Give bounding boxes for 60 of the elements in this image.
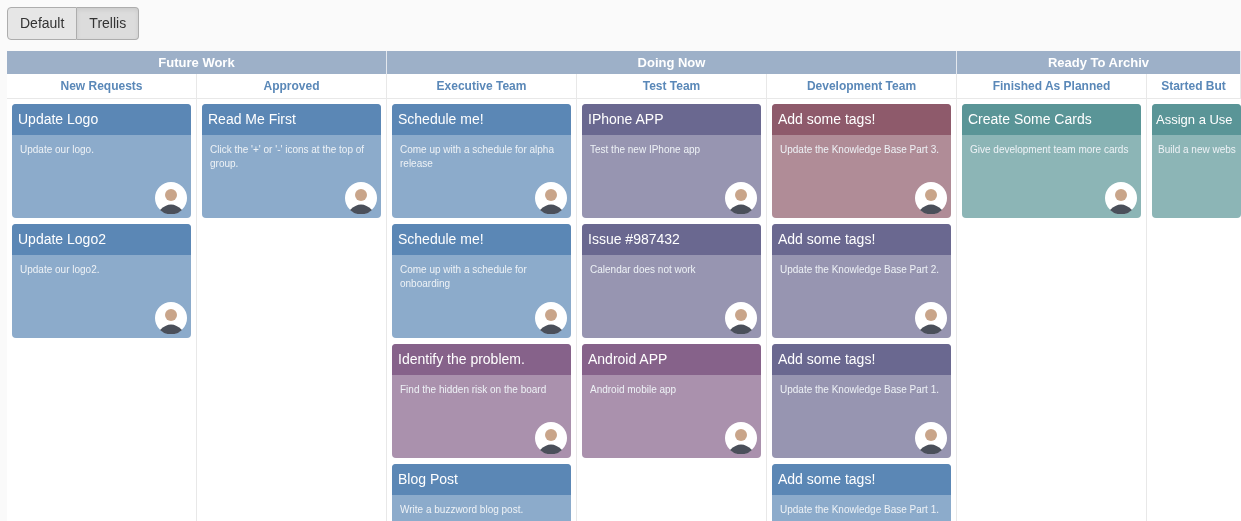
card-description: Find the hidden risk on the board	[400, 383, 548, 397]
card-description: Give development team more cards	[970, 143, 1130, 157]
task-card[interactable]: Update Logo Update our logo.	[12, 104, 191, 218]
card-description: Update the Knowledge Base Part 1.	[780, 503, 940, 517]
column-header: Started But	[1147, 74, 1241, 99]
card-description: Come up with a schedule for alpha release	[400, 143, 555, 171]
column-header: Approved	[197, 74, 387, 99]
task-card[interactable]: Read Me First Click the '+' or '-' icons at the top of group.	[202, 104, 381, 218]
task-card[interactable]: Add some tags! Update the Knowledge Base Part 1.	[772, 344, 951, 458]
card-title: Add some tags!	[772, 224, 951, 255]
card-title: Update Logo	[12, 104, 191, 135]
card-description: Update the Knowledge Base Part 3.	[780, 143, 940, 157]
task-card[interactable]: Android APP Android mobile app	[582, 344, 761, 458]
card-description: Update the Knowledge Base Part 1.	[780, 383, 940, 397]
card-title: Read Me First	[202, 104, 381, 135]
card-title: Schedule me!	[392, 104, 571, 135]
card-title: Blog Post	[392, 464, 571, 495]
task-card[interactable]: IPhone APP Test the new IPhone app	[582, 104, 761, 218]
card-title: Update Logo2	[12, 224, 191, 255]
task-card[interactable]: Create Some Cards Give development team more cards	[962, 104, 1141, 218]
card-title: Add some tags!	[772, 104, 951, 135]
task-card[interactable]: Assign a Use Build a new webs	[1152, 104, 1241, 218]
group-header: Ready To Archiv	[957, 51, 1241, 74]
card-description: Build a new webs	[1158, 143, 1237, 157]
task-card[interactable]: Update Logo2 Update our logo2.	[12, 224, 191, 338]
card-description: Write a buzzword blog post.	[400, 503, 525, 517]
group-header: Future Work	[7, 51, 387, 74]
column-header: Finished As Planned	[957, 74, 1147, 99]
card-title: Schedule me!	[392, 224, 571, 255]
card-description: Come up with a schedule for onboarding	[400, 263, 528, 291]
card-title: Issue #987432	[582, 224, 761, 255]
column-header: Executive Team	[387, 74, 577, 99]
column-header: New Requests	[7, 74, 197, 99]
column-header: Test Team	[577, 74, 767, 99]
column-header: Development Team	[767, 74, 957, 99]
card-description: Update the Knowledge Base Part 2.	[780, 263, 940, 277]
view-button[interactable]: Trellis	[77, 7, 140, 40]
card-title: IPhone APP	[582, 104, 761, 135]
card-description: Update our logo.	[20, 143, 95, 157]
card-title: Assign a Use	[1152, 104, 1241, 135]
task-card[interactable]: Add some tags! Update the Knowledge Base Part 2.	[772, 224, 951, 338]
task-card[interactable]: Blog Post Write a buzzword blog post.	[392, 464, 571, 521]
task-card[interactable]: Add some tags! Update the Knowledge Base Part 3.	[772, 104, 951, 218]
task-card[interactable]: Issue #987432 Calendar does not work	[582, 224, 761, 338]
card-description: Click the '+' or '-' icons at the top of group.	[210, 143, 366, 171]
card-title: Add some tags!	[772, 344, 951, 375]
card-title: Android APP	[582, 344, 761, 375]
task-card[interactable]: Schedule me! Come up with a schedule for alpha release	[392, 104, 571, 218]
task-card[interactable]: Add some tags! Update the Knowledge Base Part 1.	[772, 464, 951, 521]
card-title: Add some tags!	[772, 464, 951, 495]
group-header: Doing Now	[387, 51, 957, 74]
card-description: Update our logo2.	[20, 263, 101, 277]
view-button[interactable]: Default	[7, 7, 78, 40]
card-title: Create Some Cards	[962, 104, 1141, 135]
task-card[interactable]: Identify the problem. Find the hidden risk on the board	[392, 344, 571, 458]
card-description: Android mobile app	[590, 383, 678, 397]
task-card[interactable]: Schedule me! Come up with a schedule for onboarding	[392, 224, 571, 338]
card-description: Calendar does not work	[590, 263, 697, 277]
card-description: Test the new IPhone app	[590, 143, 702, 157]
card-title: Identify the problem.	[392, 344, 571, 375]
